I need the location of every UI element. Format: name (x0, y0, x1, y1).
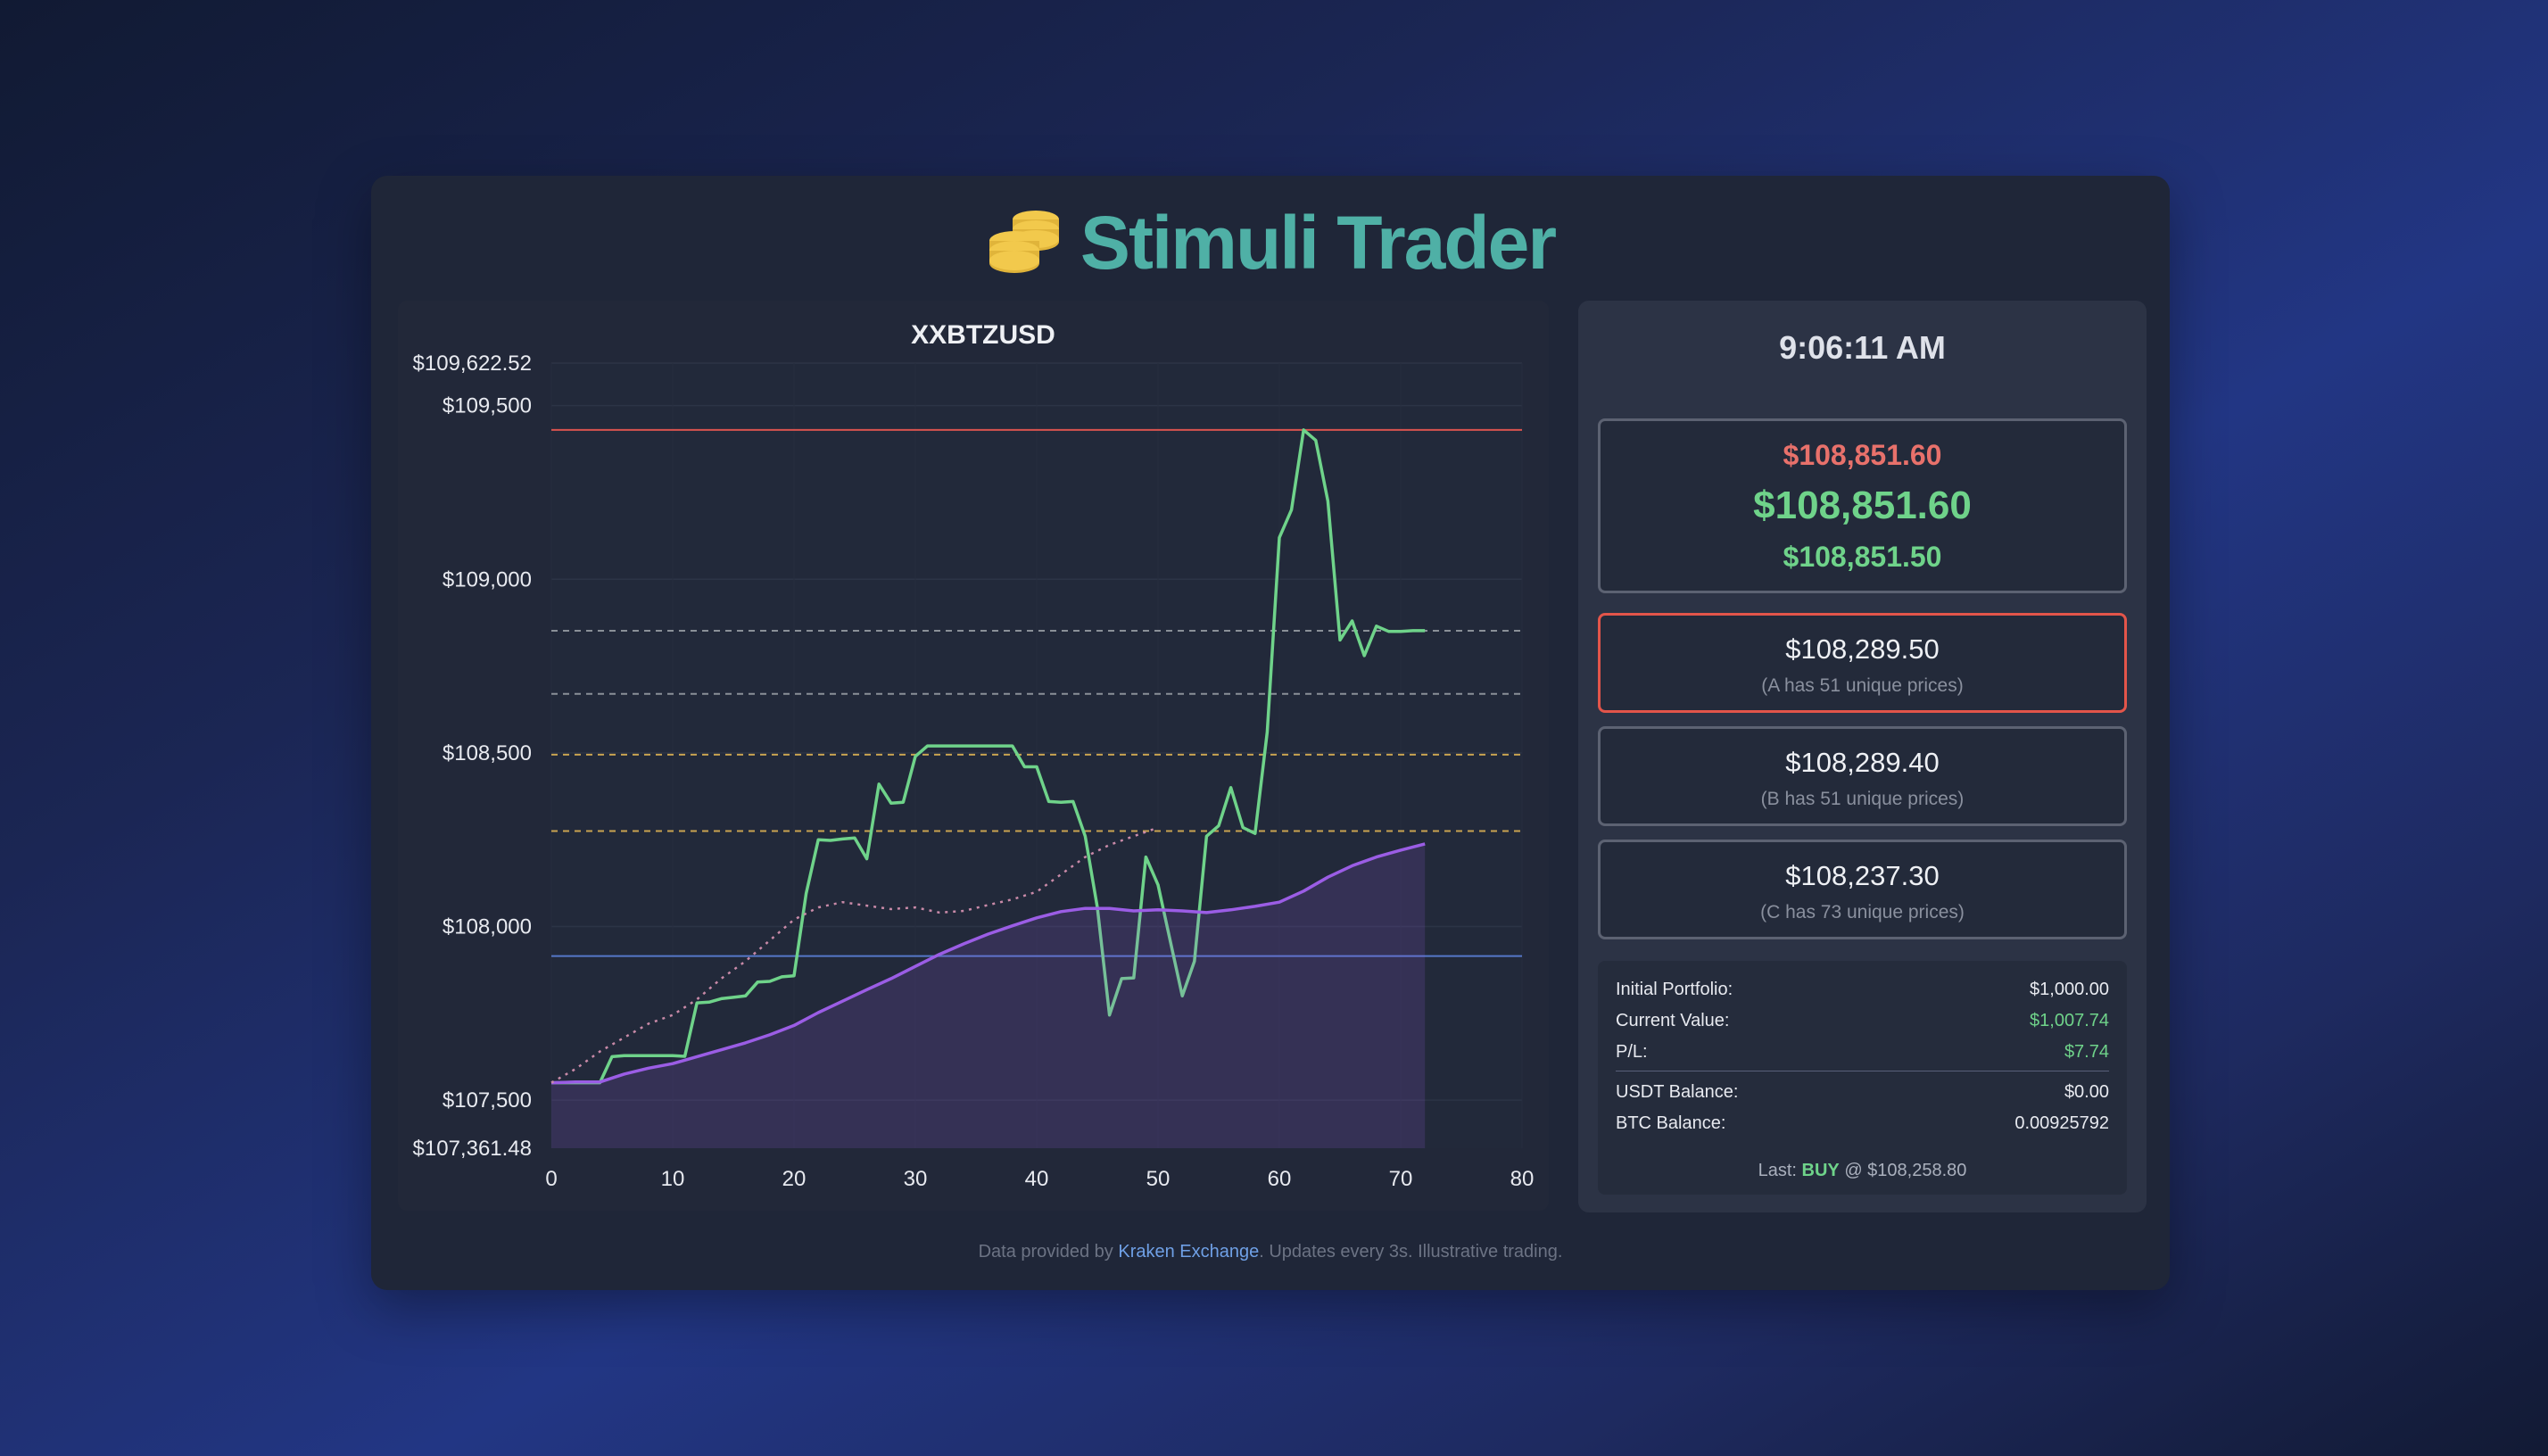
stat-label: Current Value: (1616, 1011, 1730, 1030)
stat-label: Initial Portfolio: (1616, 980, 1733, 999)
usdt-balance-value: $0.00 (2064, 1082, 2109, 1102)
stat-label: BTC Balance: (1616, 1113, 1726, 1133)
app-title: Stimuli Trader (1080, 200, 1557, 285)
app-window: Stimuli Trader XXBTZUSD $107,500 $108,000 $… (371, 176, 2170, 1290)
x-tick-label: 30 (904, 1167, 928, 1191)
footer-suffix: . Updates every 3s. Illustrative trading… (1259, 1242, 1563, 1262)
pl-value: $7.74 (2064, 1042, 2109, 1062)
y-tick-label: $108,000 (443, 914, 532, 939)
level-a-price: $108,289.50 (1785, 633, 1940, 665)
last-trade: Last: BUY @ $108,258.80 (1598, 1161, 2127, 1181)
current-value: $1,007.74 (2030, 1011, 2109, 1030)
x-tick-label: 80 (1510, 1167, 1535, 1191)
usdt-balance-row: USDT Balance: $0.00 (1616, 1082, 2109, 1109)
level-a-box: $108,289.50 (A has 51 unique prices) (1598, 613, 2127, 713)
price-chart: XXBTZUSD $107,500 $108,000 $108,500 $109,000… (398, 301, 1549, 1211)
level-b-box: $108,289.40 (B has 51 unique prices) (1598, 726, 2127, 826)
quote-box: $108,851.60 $108,851.60 $108,851.50 (1598, 418, 2127, 593)
coins-stack-icon (986, 202, 1064, 285)
stat-label: USDT Balance: (1616, 1082, 1739, 1102)
footer: Data provided by Kraken Exchange. Update… (371, 1242, 2170, 1262)
x-tick-label: 20 (782, 1167, 807, 1191)
last-trade-prefix: Last: (1758, 1161, 1797, 1180)
y-tick-label: $109,500 (443, 394, 532, 418)
x-tick-label: 10 (661, 1167, 685, 1191)
y-max-label: $109,622.52 (413, 352, 532, 376)
x-tick-label: 70 (1389, 1167, 1413, 1191)
current-value-row: Current Value: $1,007.74 (1616, 1011, 2109, 1038)
app-header: Stimuli Trader (371, 194, 2170, 292)
y-tick-label: $109,000 (443, 567, 532, 592)
last-trade-price: @ $108,258.80 (1844, 1161, 1967, 1180)
trading-sidebar: 9:06:11 AM $108,851.60 $108,851.60 $108,… (1578, 301, 2147, 1212)
btc-balance-row: BTC Balance: 0.00925792 (1616, 1113, 2109, 1140)
ask-price: $108,851.60 (1783, 439, 1942, 471)
y-tick-label: $108,500 (443, 741, 532, 765)
last-trade-action: BUY (1801, 1161, 1840, 1180)
level-c-box: $108,237.30 (C has 73 unique prices) (1598, 840, 2127, 939)
btc-balance-value: 0.00925792 (2014, 1113, 2109, 1133)
y-min-label: $107,361.48 (413, 1137, 532, 1161)
footer-prefix: Data provided by (978, 1242, 1113, 1262)
y-tick-label: $107,500 (443, 1088, 532, 1113)
level-b-note: (B has 51 unique prices) (1760, 789, 1965, 809)
x-tick-label: 0 (545, 1167, 557, 1191)
clock: 9:06:11 AM (1779, 329, 1946, 366)
chart-title: XXBTZUSD (911, 320, 1055, 350)
level-c-price: $108,237.30 (1785, 860, 1940, 891)
pl-row: P/L: $7.74 (1616, 1042, 2109, 1069)
initial-portfolio-value: $1,000.00 (2030, 980, 2109, 999)
level-a-note: (A has 51 unique prices) (1761, 675, 1964, 696)
last-price: $108,851.60 (1753, 484, 1972, 527)
stat-label: P/L: (1616, 1042, 1648, 1062)
x-tick-label: 50 (1146, 1167, 1171, 1191)
level-c-note: (C has 73 unique prices) (1760, 902, 1965, 922)
price-chart-svg: XXBTZUSD $107,500 $108,000 $108,500 $109,000… (413, 320, 1535, 1191)
portfolio-stats: Initial Portfolio: $1,000.00 Current Val… (1598, 961, 2127, 1195)
x-tick-label: 60 (1268, 1167, 1292, 1191)
x-tick-label: 40 (1025, 1167, 1049, 1191)
level-b-price: $108,289.40 (1785, 747, 1940, 778)
bid-price: $108,851.50 (1783, 541, 1942, 573)
initial-portfolio-row: Initial Portfolio: $1,000.00 (1616, 980, 2109, 1006)
kraken-link[interactable]: Kraken Exchange (1118, 1242, 1259, 1262)
